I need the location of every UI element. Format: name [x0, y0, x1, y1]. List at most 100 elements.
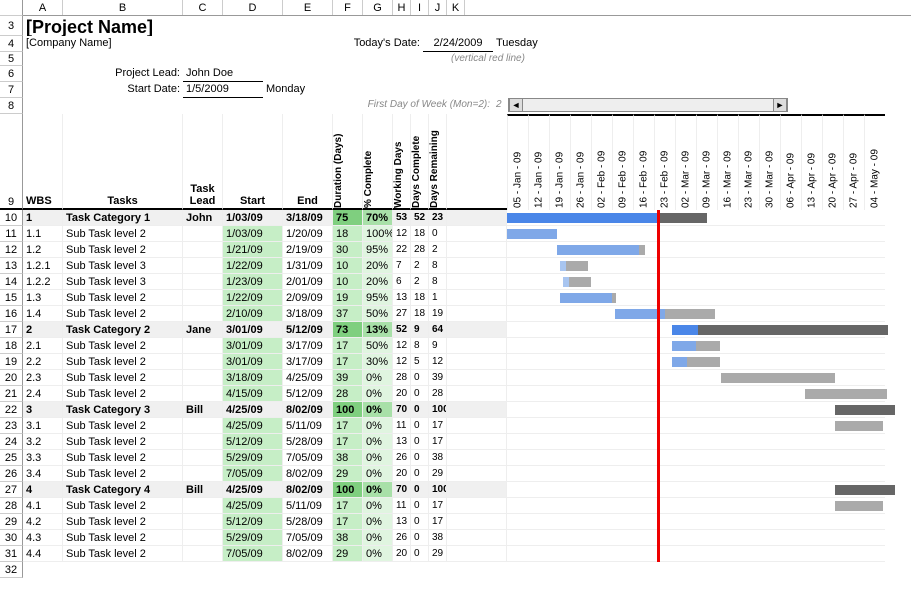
table-row[interactable]: 121.2Sub Task level 21/21/092/19/093095%… [0, 242, 911, 258]
duration-cell[interactable]: 17 [333, 418, 363, 434]
wbs-cell[interactable]: 4 [23, 482, 63, 498]
gantt-date-header[interactable]: 09 - Feb - 09 [612, 114, 633, 210]
remaining-cell[interactable]: 12 [429, 354, 447, 370]
row-header[interactable]: 32 [0, 562, 23, 578]
pct-cell[interactable]: 50% [363, 306, 393, 322]
col-tasks[interactable]: Tasks [63, 114, 183, 210]
start-cell[interactable]: 7/05/09 [223, 546, 283, 562]
start-cell[interactable]: 2/10/09 [223, 306, 283, 322]
lead-cell[interactable] [183, 354, 223, 370]
duration-cell[interactable]: 38 [333, 530, 363, 546]
remaining-cell[interactable]: 64 [429, 322, 447, 338]
row-header[interactable]: 28 [0, 498, 23, 514]
row-header[interactable]: 16 [0, 306, 23, 322]
task-cell[interactable]: Sub Task level 2 [63, 386, 183, 402]
gantt-date-header[interactable]: 20 - Apr - 09 [822, 114, 843, 210]
lead-cell[interactable]: Jane [183, 322, 223, 338]
row-header[interactable]: 6 [0, 66, 23, 82]
pct-cell[interactable]: 50% [363, 338, 393, 354]
lead-cell[interactable] [183, 338, 223, 354]
start-cell[interactable]: 1/03/09 [223, 226, 283, 242]
duration-cell[interactable]: 17 [333, 434, 363, 450]
table-row[interactable]: 161.4Sub Task level 22/10/093/18/093750%… [0, 306, 911, 322]
row-header[interactable]: 17 [0, 322, 23, 338]
col-letter[interactable]: G [363, 0, 393, 15]
working-cell[interactable]: 12 [393, 354, 411, 370]
task-cell[interactable]: Sub Task level 2 [63, 514, 183, 530]
complete-cell[interactable]: 52 [411, 210, 429, 226]
gantt-date-header[interactable]: 27 - Apr - 09 [843, 114, 864, 210]
col-complete[interactable]: Days Complete [411, 114, 422, 210]
task-cell[interactable]: Sub Task level 2 [63, 530, 183, 546]
wbs-cell[interactable]: 2.3 [23, 370, 63, 386]
duration-cell[interactable]: 17 [333, 498, 363, 514]
col-working[interactable]: Working Days [393, 114, 404, 210]
working-cell[interactable]: 13 [393, 290, 411, 306]
start-cell[interactable]: 7/05/09 [223, 466, 283, 482]
table-row[interactable]: 111.1Sub Task level 21/03/091/20/0918100… [0, 226, 911, 242]
pct-cell[interactable]: 0% [363, 466, 393, 482]
lead-cell[interactable] [183, 450, 223, 466]
lead-cell[interactable] [183, 514, 223, 530]
end-cell[interactable]: 2/19/09 [283, 242, 333, 258]
startdate-value[interactable]: 1/5/2009 [183, 82, 263, 98]
row-header[interactable]: 26 [0, 466, 23, 482]
gantt-date-header[interactable]: 06 - Apr - 09 [780, 114, 801, 210]
col-letter[interactable]: J [429, 0, 447, 15]
pct-cell[interactable]: 20% [363, 258, 393, 274]
start-cell[interactable]: 1/21/09 [223, 242, 283, 258]
col-letter[interactable]: I [411, 0, 429, 15]
end-cell[interactable]: 1/31/09 [283, 258, 333, 274]
working-cell[interactable]: 7 [393, 258, 411, 274]
wbs-cell[interactable]: 1.2.2 [23, 274, 63, 290]
lead-cell[interactable] [183, 530, 223, 546]
remaining-cell[interactable]: 100 [429, 402, 447, 418]
task-cell[interactable]: Sub Task level 2 [63, 418, 183, 434]
gantt-date-header[interactable]: 02 - Feb - 09 [591, 114, 612, 210]
wbs-cell[interactable]: 1.2 [23, 242, 63, 258]
end-cell[interactable]: 3/18/09 [283, 306, 333, 322]
row-header[interactable]: 12 [0, 242, 23, 258]
complete-cell[interactable]: 2 [411, 274, 429, 290]
working-cell[interactable]: 12 [393, 338, 411, 354]
gantt-date-header[interactable]: 23 - Feb - 09 [654, 114, 675, 210]
complete-cell[interactable]: 0 [411, 530, 429, 546]
table-row[interactable]: 131.2.1Sub Task level 31/22/091/31/09102… [0, 258, 911, 274]
complete-cell[interactable]: 0 [411, 514, 429, 530]
gantt-date-header[interactable]: 09 - Mar - 09 [696, 114, 717, 210]
pct-cell[interactable]: 13% [363, 322, 393, 338]
complete-cell[interactable]: 0 [411, 498, 429, 514]
wbs-cell[interactable]: 1 [23, 210, 63, 226]
lead-cell[interactable] [183, 258, 223, 274]
duration-cell[interactable]: 17 [333, 338, 363, 354]
working-cell[interactable]: 27 [393, 306, 411, 322]
complete-cell[interactable]: 18 [411, 306, 429, 322]
task-cell[interactable]: Sub Task level 2 [63, 466, 183, 482]
working-cell[interactable]: 12 [393, 226, 411, 242]
pct-cell[interactable]: 0% [363, 434, 393, 450]
duration-cell[interactable]: 30 [333, 242, 363, 258]
scroll-right-icon[interactable]: ► [773, 98, 787, 112]
wbs-cell[interactable]: 3.4 [23, 466, 63, 482]
end-cell[interactable]: 8/02/09 [283, 402, 333, 418]
task-cell[interactable]: Sub Task level 2 [63, 306, 183, 322]
lead-cell[interactable]: Bill [183, 402, 223, 418]
pct-cell[interactable]: 0% [363, 482, 393, 498]
lead-value[interactable]: John Doe [183, 66, 263, 82]
row-header[interactable]: 7 [0, 82, 23, 98]
working-cell[interactable]: 26 [393, 530, 411, 546]
duration-cell[interactable]: 10 [333, 258, 363, 274]
table-row[interactable]: 253.3Sub Task level 25/29/097/05/09380%2… [0, 450, 911, 466]
end-cell[interactable]: 2/09/09 [283, 290, 333, 306]
end-cell[interactable]: 5/28/09 [283, 434, 333, 450]
complete-cell[interactable]: 0 [411, 386, 429, 402]
task-cell[interactable]: Sub Task level 2 [63, 434, 183, 450]
remaining-cell[interactable]: 39 [429, 370, 447, 386]
wbs-cell[interactable]: 1.2.1 [23, 258, 63, 274]
start-cell[interactable]: 5/12/09 [223, 434, 283, 450]
task-cell[interactable]: Sub Task level 2 [63, 226, 183, 242]
end-cell[interactable]: 2/01/09 [283, 274, 333, 290]
gantt-date-header[interactable]: 16 - Feb - 09 [633, 114, 654, 210]
col-letter[interactable]: B [63, 0, 183, 15]
table-row[interactable]: 243.2Sub Task level 25/12/095/28/09170%1… [0, 434, 911, 450]
